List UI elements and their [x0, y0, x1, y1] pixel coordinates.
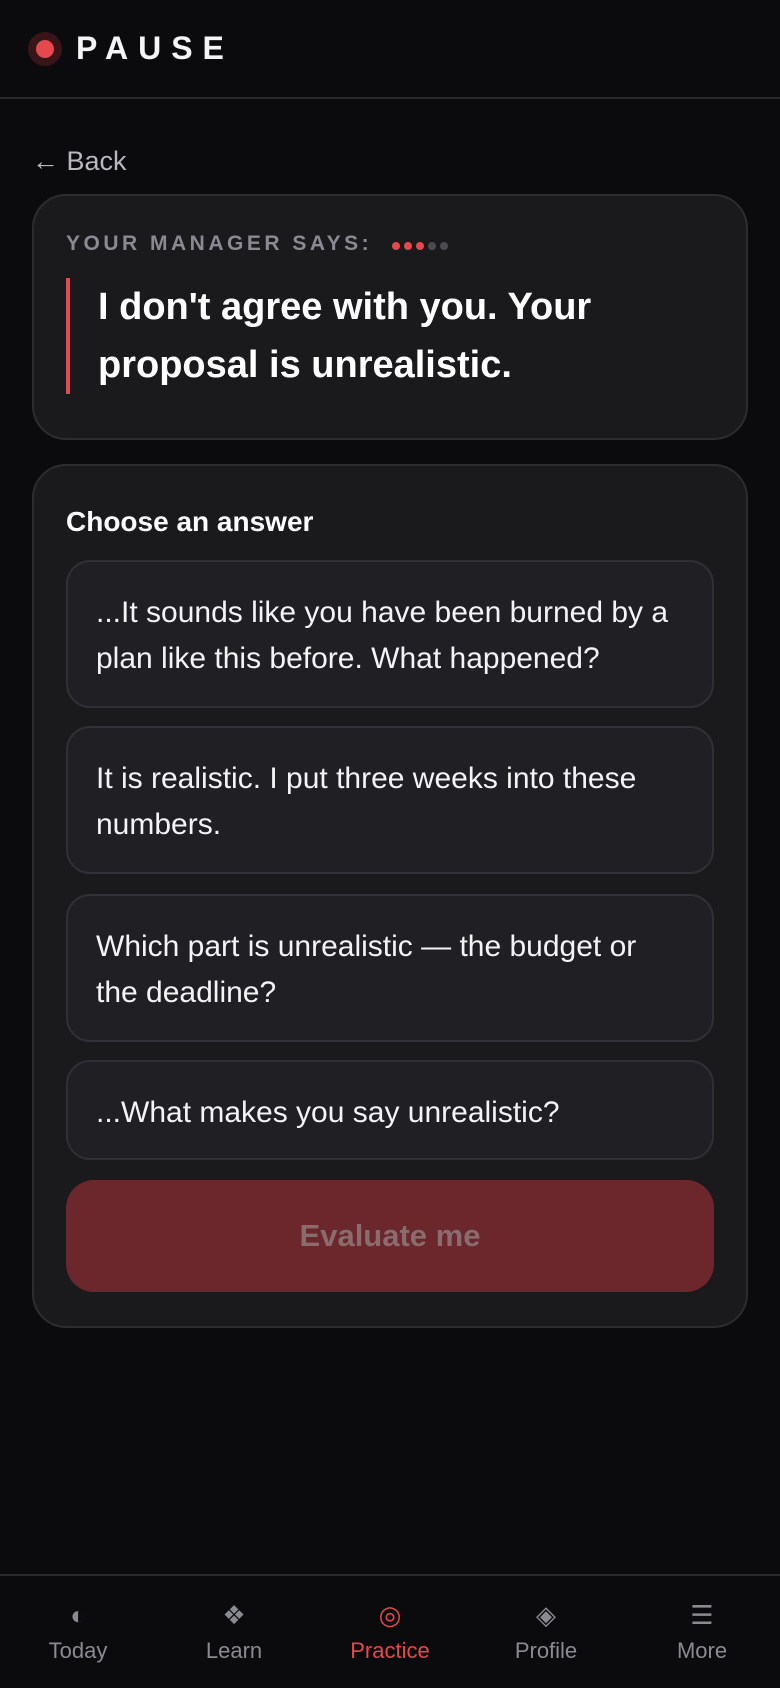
bottom-nav: ◐ Today ❖ Learn ◎ Practice ◈ Profile ☰ M… [0, 1574, 780, 1688]
nav-item-more[interactable]: ☰ More [624, 1576, 780, 1688]
nav-item-practice[interactable]: ◎ Practice [312, 1576, 468, 1688]
progress-dot [392, 242, 401, 250]
app-logo-text: PAUSE [76, 30, 234, 66]
app-root: PAUSE ← Back YOUR MANAGER SAYS: I don't … [0, 0, 780, 1688]
back-button[interactable]: ← Back [32, 146, 127, 177]
diamond-cluster-icon: ❖ [222, 1600, 246, 1630]
nav-label-more: More [676, 1638, 728, 1663]
nav-label-learn: Learn [205, 1638, 263, 1663]
logo-record-icon [28, 31, 62, 66]
answers-card: Choose an answer ...It sounds like you h… [32, 464, 748, 1328]
progress-dot [428, 242, 437, 250]
nav-label-today: Today [48, 1638, 108, 1663]
prompt-header: YOUR MANAGER SAYS: [66, 232, 714, 256]
manager-prompt-card: YOUR MANAGER SAYS: I don't agree with yo… [32, 194, 748, 440]
answers-title: Choose an answer [66, 506, 314, 537]
nav-item-learn[interactable]: ❖ Learn [156, 1576, 312, 1688]
evaluate-button[interactable]: Evaluate me [66, 1180, 714, 1292]
half-circle-icon: ◐ [70, 1600, 86, 1630]
nav-item-profile[interactable]: ◈ Profile [468, 1576, 624, 1688]
answer-option-1[interactable]: ...It sounds like you have been burned b… [66, 560, 714, 708]
progress-dot [404, 242, 413, 250]
nav-label-practice: Practice [350, 1638, 430, 1663]
diamond-icon: ◈ [536, 1600, 556, 1630]
prompt-label: YOUR MANAGER SAYS: [66, 232, 373, 255]
progress-dot [440, 242, 449, 250]
progress-dot [416, 242, 425, 250]
progress-indicator [392, 242, 449, 250]
app-header: PAUSE [0, 0, 780, 99]
answer-option-4[interactable]: ...What makes you say unrealistic? [66, 1060, 714, 1160]
answer-option-2[interactable]: It is realistic. I put three weeks into … [66, 726, 714, 874]
manager-quote: I don't agree with you. Your proposal is… [66, 278, 666, 394]
answer-option-3[interactable]: Which part is unrealistic — the budget o… [66, 894, 714, 1042]
menu-icon: ☰ [690, 1600, 714, 1630]
target-icon: ◎ [378, 1600, 402, 1630]
nav-item-today[interactable]: ◐ Today [0, 1576, 156, 1688]
nav-label-profile: Profile [514, 1638, 578, 1663]
